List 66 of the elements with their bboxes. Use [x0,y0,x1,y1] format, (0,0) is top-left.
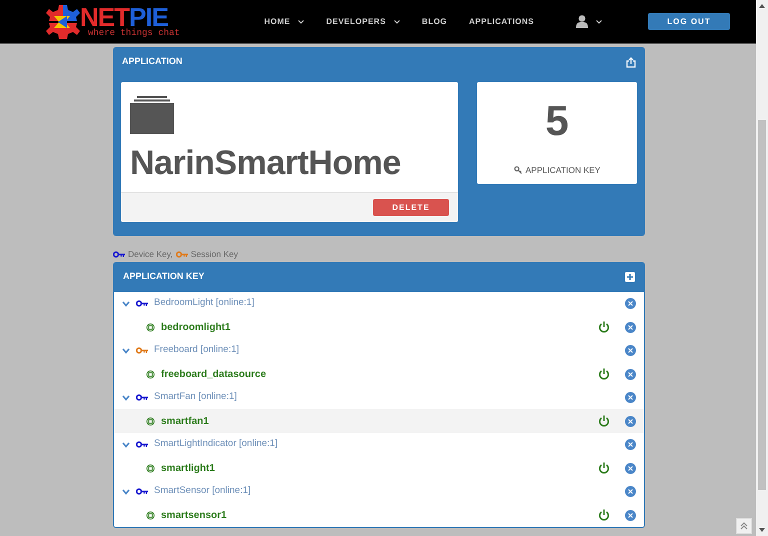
chip-icon [146,510,155,520]
device-name[interactable]: smartlight1 [161,460,215,476]
remove-icon[interactable] [625,368,636,380]
power-icon[interactable] [598,415,610,427]
remove-icon[interactable] [625,298,636,309]
nav-link[interactable]: HOME [264,16,304,28]
caret-icon [394,20,400,24]
panel-title: APPLICATION [122,55,182,68]
chevron-icon[interactable] [122,348,130,354]
legend-text: Device Key, [128,248,173,261]
key-name[interactable]: SmartFan [online:1] [154,390,237,405]
application-name: NarinSmartHome [130,146,402,180]
key-name[interactable]: SmartSensor [online:1] [154,484,251,499]
chevron-icon[interactable] [122,394,130,400]
scroll-top-button[interactable] [736,518,752,534]
logo-icon [46,4,80,40]
scroll-down-icon[interactable] [758,526,766,534]
power-icon[interactable] [598,321,610,333]
key-name[interactable]: SmartLightIndicator [online:1] [154,437,278,452]
remove-icon[interactable] [625,392,636,403]
remove-icon[interactable] [625,510,636,520]
key-count: 5 [545,100,569,142]
scroll-up-icon[interactable] [758,2,766,10]
remove-icon[interactable] [625,439,636,450]
caret-icon [298,20,304,24]
nav-link[interactable]: DEVELOPERS [326,16,400,28]
caret-icon [596,20,602,24]
nav-link[interactable]: BLOG [422,16,448,28]
nav-link[interactable]: APPLICATIONS [469,16,534,28]
chip-icon [146,370,155,378]
delete-button[interactable]: DELETE [373,199,449,216]
chip-icon [146,464,155,472]
key-name[interactable]: Freeboard [online:1] [154,343,240,358]
share-icon[interactable] [626,56,636,68]
logo-wordmark: NETPIE [80,5,168,29]
power-icon[interactable] [598,509,610,521]
folder-icon [130,96,174,134]
remove-icon[interactable] [625,345,636,356]
logo-tagline: where things chat [88,29,180,38]
chip-icon [146,322,155,332]
remove-icon[interactable] [625,416,636,426]
device-name[interactable]: smartfan1 [161,414,209,428]
legend-text: Session Key [190,248,238,261]
remove-icon[interactable] [625,462,636,474]
logout-button[interactable]: LOG OUT [648,13,730,30]
chip-icon [146,416,155,426]
key-count-label: APPLICATION KEY [526,164,600,177]
device-name[interactable]: bedroomlight1 [161,320,230,334]
scrollbar[interactable] [756,0,768,536]
add-icon[interactable] [625,272,635,282]
panel-title: APPLICATION KEY [123,270,204,283]
device-name[interactable]: freeboard_datasource [161,366,266,382]
power-icon[interactable] [598,462,610,474]
highlighted-row[interactable]: smartfan1 [114,409,644,433]
chevron-icon[interactable] [122,300,130,306]
power-icon[interactable] [598,368,610,380]
key-name[interactable]: BedroomLight [online:1] [154,296,254,311]
chevron-icon[interactable] [122,488,130,494]
user-icon [576,15,588,28]
double-chevron-up-icon [740,522,748,530]
chevron-icon[interactable] [122,442,130,448]
remove-icon[interactable] [625,486,636,497]
device-name[interactable]: smartsensor1 [161,508,227,522]
remove-icon[interactable] [625,322,636,332]
user-menu-button[interactable] [576,15,602,28]
scrollbar-thumb[interactable] [758,120,766,490]
